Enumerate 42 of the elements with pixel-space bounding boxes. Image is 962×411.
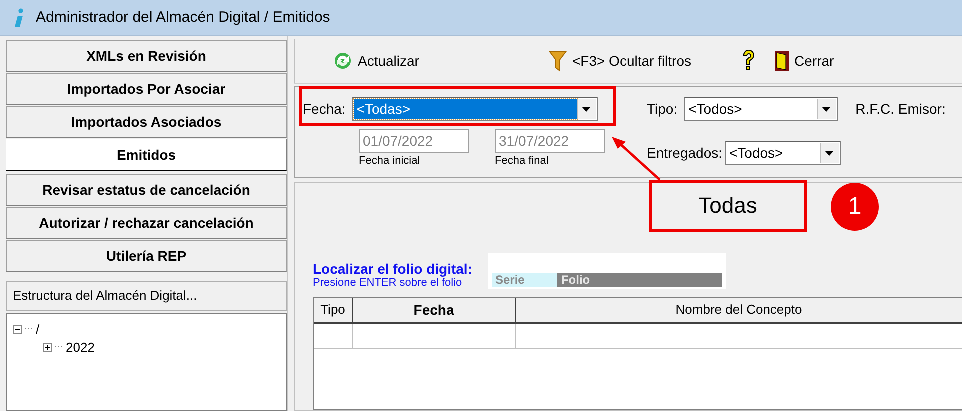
tree-item[interactable]: /	[36, 322, 40, 336]
toolbar-button[interactable]: <F3> Ocultar filtros	[549, 50, 692, 72]
tree-toggle-icon[interactable]	[43, 342, 52, 352]
sidebar-tab[interactable]: Utilería REP	[6, 240, 287, 272]
refresh-icon	[333, 51, 353, 71]
column-header[interactable]: Nombre del Concepto	[516, 298, 962, 322]
help-button[interactable]	[742, 50, 756, 72]
search-hint: Presione ENTER sobre el folio	[313, 277, 464, 289]
field-label: Tipo:	[647, 101, 678, 117]
sidebar-tab[interactable]: Revisar estatus de cancelación	[6, 174, 287, 206]
field-label: Fecha:	[303, 101, 346, 117]
field-caption: Fecha final	[495, 155, 550, 167]
type-dropdown[interactable]: <Todos>	[684, 97, 838, 121]
sidebar-tab[interactable]: XMLs en Revisión	[6, 40, 287, 72]
tree-toggle-icon[interactable]	[13, 324, 22, 334]
delivered-dropdown[interactable]: <Todos>	[724, 141, 840, 165]
door-icon	[774, 50, 790, 72]
column-header[interactable]: Tipo	[314, 298, 353, 322]
toolbar-button[interactable]: Cerrar	[774, 50, 834, 72]
toolbar-button[interactable]: Actualizar	[333, 51, 420, 71]
dropdown-arrow-icon	[825, 150, 834, 156]
filter-icon	[549, 50, 568, 72]
sidebar-tab[interactable]: Importados Por Asociar	[6, 73, 287, 105]
step-badge: 1	[831, 183, 879, 231]
field-caption: Fecha inicial	[359, 155, 422, 167]
sidebar-tab[interactable]: Importados Asociados	[6, 106, 287, 138]
tree-connector-line	[25, 328, 33, 330]
sidebar-tab[interactable]: Emitidos	[6, 139, 287, 171]
tree-connector-line	[55, 346, 63, 348]
field-label: R.F.C. Emisor:	[856, 101, 946, 117]
field-label: Entregados:	[647, 145, 722, 161]
tree-item[interactable]: 2022	[66, 340, 95, 354]
sidebar-tab[interactable]: Autorizar / rechazar cancelación	[6, 207, 287, 239]
callout-label: Todas	[649, 180, 807, 232]
search-title: Localizar el folio digital:	[313, 261, 472, 277]
dropdown-arrow-icon	[582, 106, 592, 112]
dropdown-arrow-icon	[822, 106, 832, 112]
window-title: Administrador del Almacén Digital / Emitidos	[36, 9, 330, 26]
date-dropdown[interactable]: <Todas>	[352, 97, 598, 121]
info-icon	[14, 8, 26, 28]
tree-header: Estructura del Almacén Digital...	[6, 281, 287, 311]
column-header[interactable]: Fecha	[353, 298, 516, 322]
